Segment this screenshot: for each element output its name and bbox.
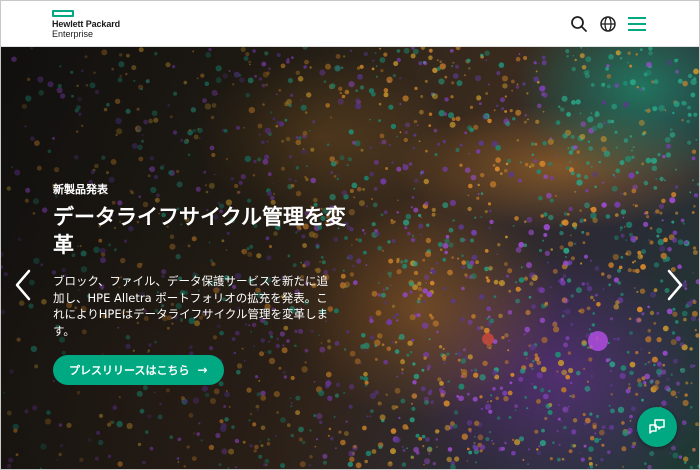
logo-line2: Enterprise xyxy=(52,29,94,39)
hero-carousel: 新製品発表 データライフサイクル管理を変革 ブロック、ファイル、データ保護サービ… xyxy=(1,47,699,469)
hero-headline: データライフサイクル管理を変革 xyxy=(53,205,346,257)
cta-label: プレスリリースはこちら xyxy=(69,364,190,377)
hpe-logo[interactable]: Hewlett Packard Enterprise xyxy=(52,10,132,40)
search-icon[interactable] xyxy=(568,13,590,35)
hero-eyebrow: 新製品発表 xyxy=(53,183,108,196)
page-frame: Hewlett Packard Enterprise 新製品発表 データライフサ… xyxy=(0,0,700,470)
chevron-left-icon[interactable] xyxy=(11,267,35,303)
menu-icon[interactable] xyxy=(626,13,648,35)
logo-line1: Hewlett Packard xyxy=(52,19,121,29)
press-release-button[interactable]: プレスリリースはこちら → xyxy=(53,355,224,385)
site-header: Hewlett Packard Enterprise xyxy=(1,1,699,47)
chat-button[interactable] xyxy=(637,407,677,447)
chat-icon xyxy=(649,419,665,434)
arrow-right-icon: → xyxy=(197,363,208,377)
globe-icon[interactable] xyxy=(597,13,619,35)
hero-description: ブロック、ファイル、データ保護サービスを新たに追加し、HPE Alletra ポ… xyxy=(53,274,329,338)
logo-mark xyxy=(52,10,74,17)
chevron-right-icon[interactable] xyxy=(663,267,687,303)
